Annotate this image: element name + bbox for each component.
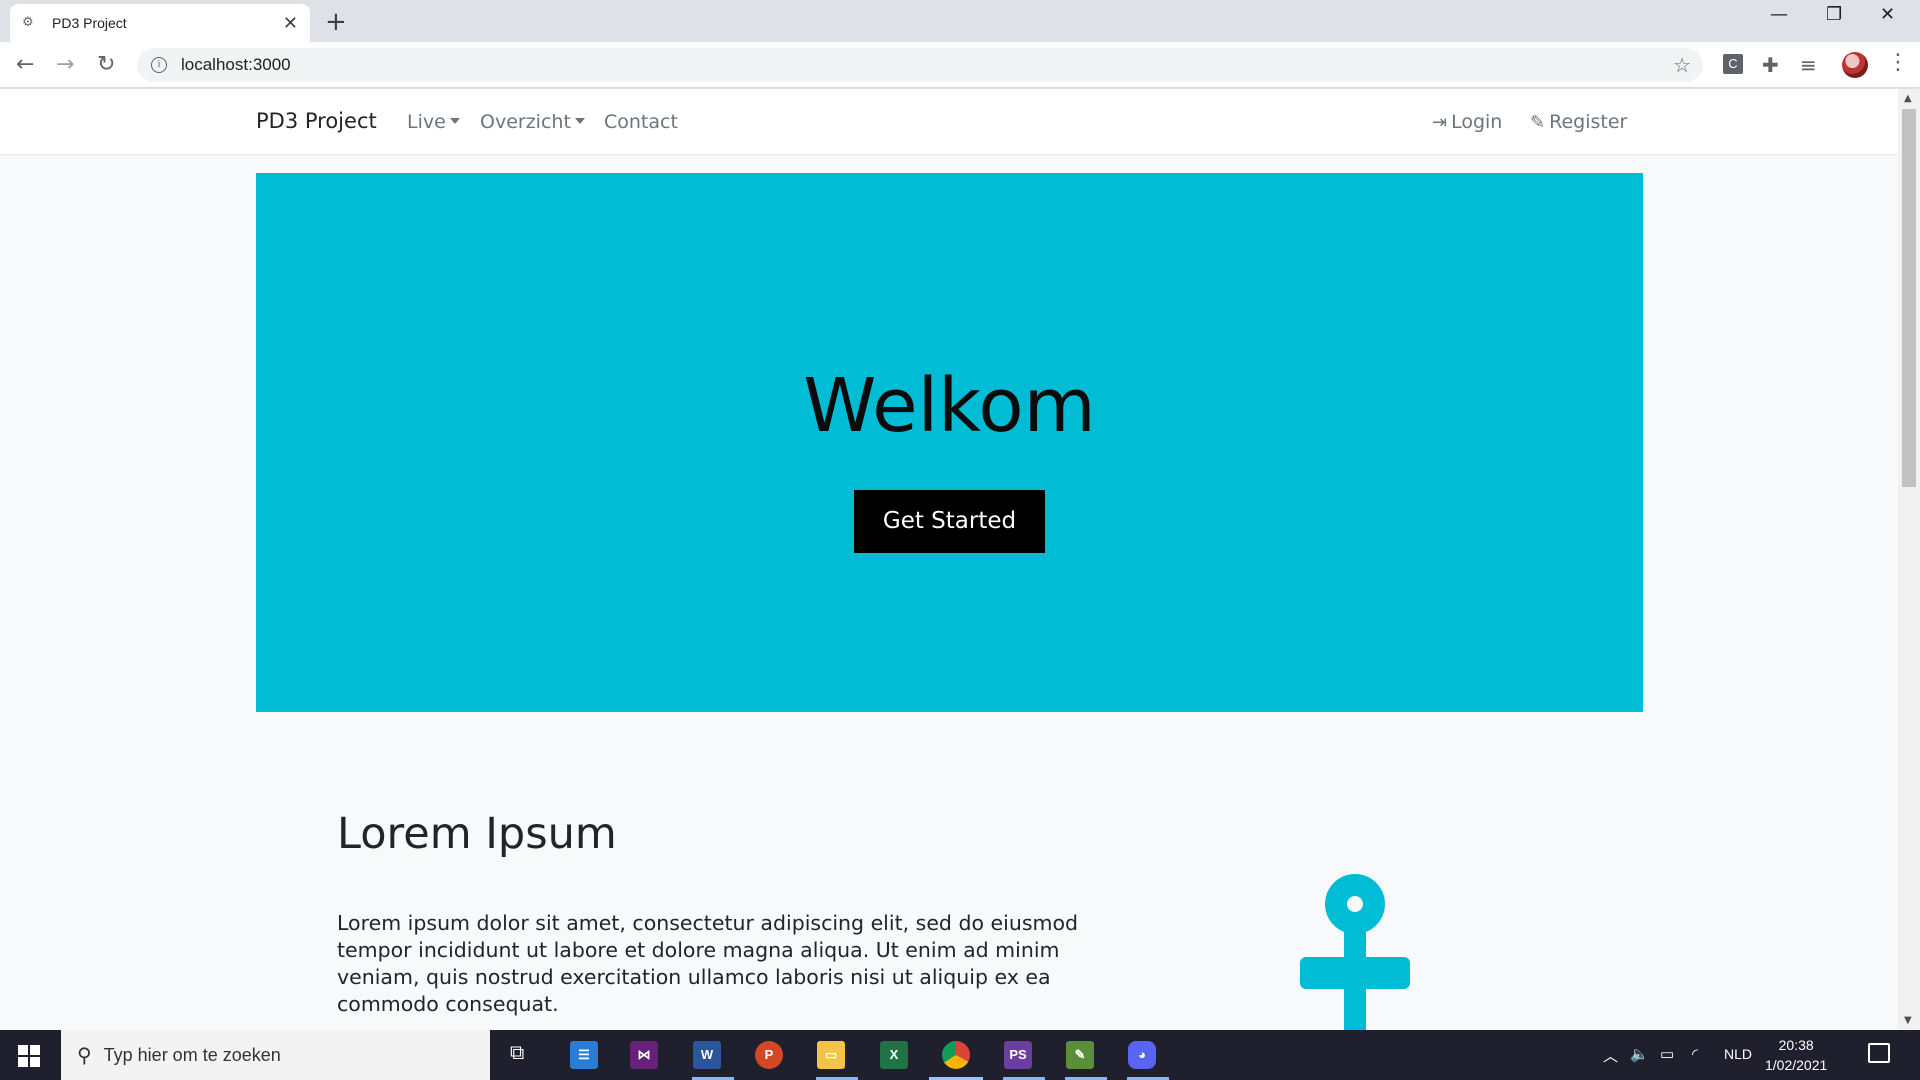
site-brand[interactable]: PD3 Project <box>256 109 377 133</box>
battery-icon[interactable]: ▭ <box>1660 1045 1674 1063</box>
url-text[interactable]: localhost:3000 <box>181 55 1673 75</box>
forward-button[interactable]: → <box>56 52 74 77</box>
scrollbar-thumb[interactable] <box>1902 109 1916 487</box>
clock-date: 1/02/2021 <box>1765 1057 1828 1073</box>
extensions-puzzle-icon[interactable]: ✚ <box>1762 53 1779 77</box>
taskbar-search[interactable]: ⚲ Typ hier om te zoeken <box>61 1030 490 1080</box>
register-link[interactable]: ✎ Register <box>1530 111 1627 133</box>
hero-title: Welkom <box>803 363 1096 449</box>
profile-avatar[interactable] <box>1842 52 1868 78</box>
contacts-app-icon[interactable]: ☰ <box>570 1041 598 1069</box>
word-icon[interactable]: W <box>693 1041 721 1069</box>
back-button[interactable]: ← <box>16 52 34 77</box>
female-symbol-icon <box>1300 874 1410 1030</box>
section-title: Lorem Ipsum <box>337 809 617 859</box>
login-link[interactable]: ⇥ Login <box>1432 111 1502 133</box>
phpstorm-icon[interactable]: PS <box>1004 1041 1032 1069</box>
page-viewport: PD3 Project Live Overzicht Contact ⇥ Logi… <box>0 89 1898 1030</box>
browser-toolbar: ← → ↻ i localhost:3000 ☆ C ✚ ≡ ⋮ <box>0 42 1920 88</box>
pencil-icon: ✎ <box>1530 112 1546 133</box>
media-queue-icon[interactable]: ≡ <box>1800 53 1817 77</box>
new-tab-button[interactable]: + <box>325 7 347 37</box>
address-bar[interactable]: i localhost:3000 ☆ <box>137 48 1703 82</box>
discord-icon[interactable]: ◕ <box>1128 1041 1156 1069</box>
taskbar-clock[interactable]: 20:38 1/02/2021 <box>1765 1035 1827 1075</box>
nav-live-dropdown[interactable]: Live <box>407 111 460 133</box>
site-navbar: PD3 Project Live Overzicht Contact ⇥ Logi… <box>0 89 1898 155</box>
search-placeholder: Typ hier om te zoeken <box>103 1044 281 1065</box>
get-started-button[interactable]: Get Started <box>854 490 1045 553</box>
star-icon[interactable]: ☆ <box>1673 53 1691 77</box>
extension-c-icon[interactable]: C <box>1723 54 1743 74</box>
register-label: Register <box>1549 111 1628 133</box>
chevron-down-icon <box>574 118 585 124</box>
visual-studio-icon[interactable]: ⋈ <box>630 1041 658 1069</box>
minimize-button[interactable]: — <box>1770 4 1788 25</box>
nav-overzicht-dropdown[interactable]: Overzicht <box>480 111 585 133</box>
page-scrollbar[interactable]: ▲ ▼ <box>1898 89 1920 1030</box>
powerpoint-icon[interactable]: P <box>755 1041 783 1069</box>
chrome-icon[interactable] <box>942 1041 970 1069</box>
excel-icon[interactable]: X <box>880 1041 908 1069</box>
nav-live-label: Live <box>407 111 446 133</box>
chevron-up-icon[interactable]: ︿ <box>1603 1045 1618 1066</box>
browser-tab[interactable]: ⚙ PD3 Project ✕ <box>10 4 310 42</box>
reload-button[interactable]: ↻ <box>97 52 115 77</box>
hero-banner: Welkom Get Started <box>256 173 1643 712</box>
notepad-plus-icon[interactable]: ✎ <box>1066 1041 1094 1069</box>
scroll-down-arrow[interactable]: ▼ <box>1904 1015 1912 1026</box>
task-view-icon[interactable]: ⧉ <box>510 1042 524 1065</box>
tab-title: PD3 Project <box>52 15 127 31</box>
window-close-button[interactable]: ✕ <box>1880 4 1895 25</box>
tab-strip: ⚙ PD3 Project ✕ + — ❐ ✕ <box>0 0 1920 42</box>
nav-overzicht-label: Overzicht <box>480 111 571 133</box>
language-indicator[interactable]: NLD <box>1724 1046 1752 1062</box>
file-explorer-icon[interactable]: ▭ <box>817 1041 845 1069</box>
notification-icon[interactable] <box>1868 1043 1890 1063</box>
chrome-menu-icon[interactable]: ⋮ <box>1887 50 1909 75</box>
chevron-down-icon <box>449 118 460 124</box>
sign-in-icon: ⇥ <box>1432 112 1448 133</box>
wifi-icon[interactable]: ◜ <box>1692 1045 1698 1063</box>
nav-contact-link[interactable]: Contact <box>604 111 678 133</box>
windows-start-icon[interactable] <box>18 1045 40 1067</box>
info-icon[interactable]: i <box>151 57 167 73</box>
gear-favicon-icon: ⚙ <box>22 15 34 30</box>
scroll-up-arrow[interactable]: ▲ <box>1904 93 1912 104</box>
search-icon: ⚲ <box>77 1043 92 1067</box>
windows-taskbar: ⚲ Typ hier om te zoeken ⧉ ☰ ⋈ W P ▭ X PS… <box>0 1030 1920 1080</box>
tab-close-icon[interactable]: ✕ <box>283 13 298 34</box>
volume-icon[interactable]: 🔈 <box>1630 1045 1649 1063</box>
clock-time: 20:38 <box>1778 1037 1814 1053</box>
restore-button[interactable]: ❐ <box>1826 4 1842 25</box>
login-label: Login <box>1451 111 1503 133</box>
section-text: Lorem ipsum dolor sit amet, consectetur … <box>337 911 1079 1016</box>
